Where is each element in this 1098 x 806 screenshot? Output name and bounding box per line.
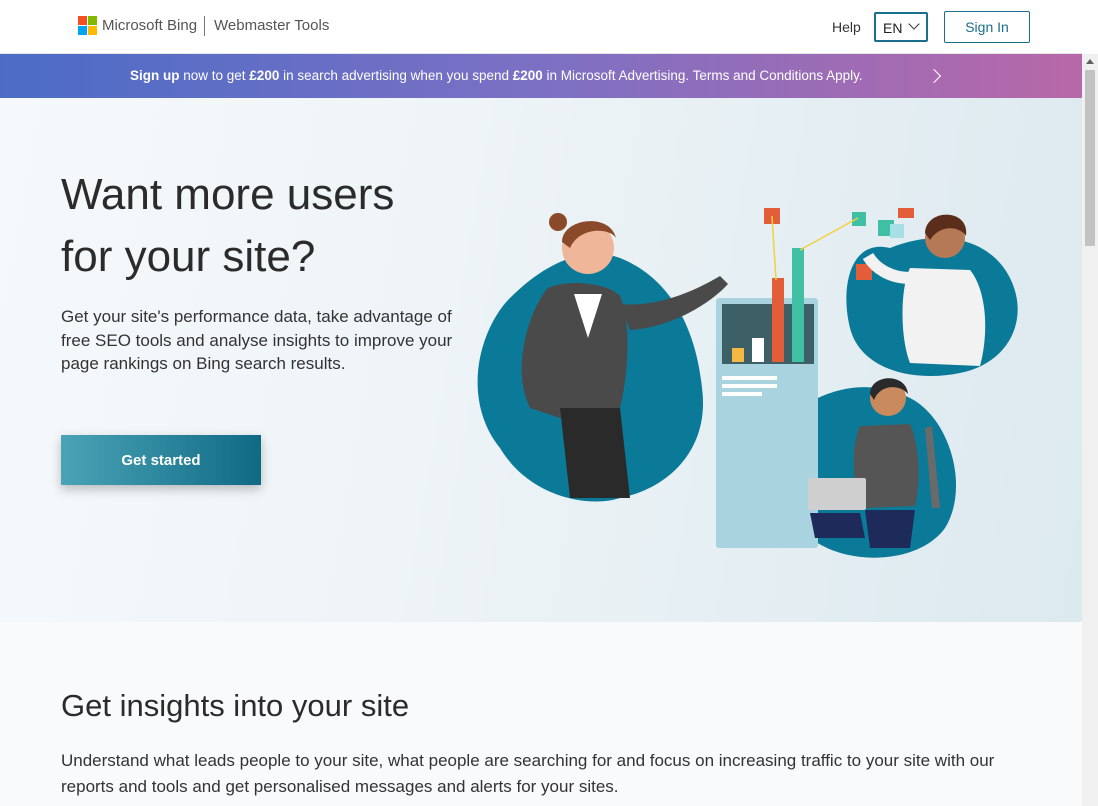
insights-title: Get insights into your site [61,688,410,723]
chevron-right-icon[interactable] [926,68,942,84]
promo-amount: £200 [249,68,280,83]
hero-section: Want more users for your site? Get your … [0,98,1082,622]
brand-name[interactable]: Microsoft Bing [102,17,197,34]
scroll-up-arrow-icon[interactable] [1086,59,1094,64]
insights-text: Understand what leads people to your sit… [61,751,995,796]
language-value: EN [883,20,903,36]
help-link[interactable]: Help [832,19,861,35]
hero-title: Want more users for your site? [61,164,481,288]
promo-text: Sign up now to get £200 in search advert… [130,68,863,83]
promo-signup[interactable]: Sign up [130,68,180,83]
promo-text-part: in search advertising when you spend [279,68,513,83]
microsoft-logo-icon[interactable] [78,16,98,36]
promo-amount: £200 [512,68,543,83]
scroll-thumb[interactable] [1085,70,1095,246]
promo-text-part: now to get [179,68,250,83]
sign-in-button[interactable]: Sign In [944,11,1030,43]
get-started-button[interactable]: Get started [61,435,261,485]
language-selector[interactable]: EN [874,12,928,42]
brand-divider [204,16,205,36]
hero-subtitle: Get your site's performance data, take a… [61,307,453,373]
hero-title-line: Want more users [61,170,395,219]
insights-section: Get insights into your site Understand w… [0,622,1082,806]
chevron-down-icon [908,18,920,30]
page-scrollbar[interactable] [1082,54,1098,806]
product-name[interactable]: Webmaster Tools [214,17,329,34]
hero-illustration [477,208,1018,558]
promo-text-part: in Microsoft Advertising. Terms and Cond… [542,68,863,83]
promo-banner[interactable]: Sign up now to get £200 in search advert… [0,54,1082,98]
hero-title-line: for your site? [61,232,316,281]
top-header: Microsoft Bing Webmaster Tools Help EN S… [0,0,1082,54]
